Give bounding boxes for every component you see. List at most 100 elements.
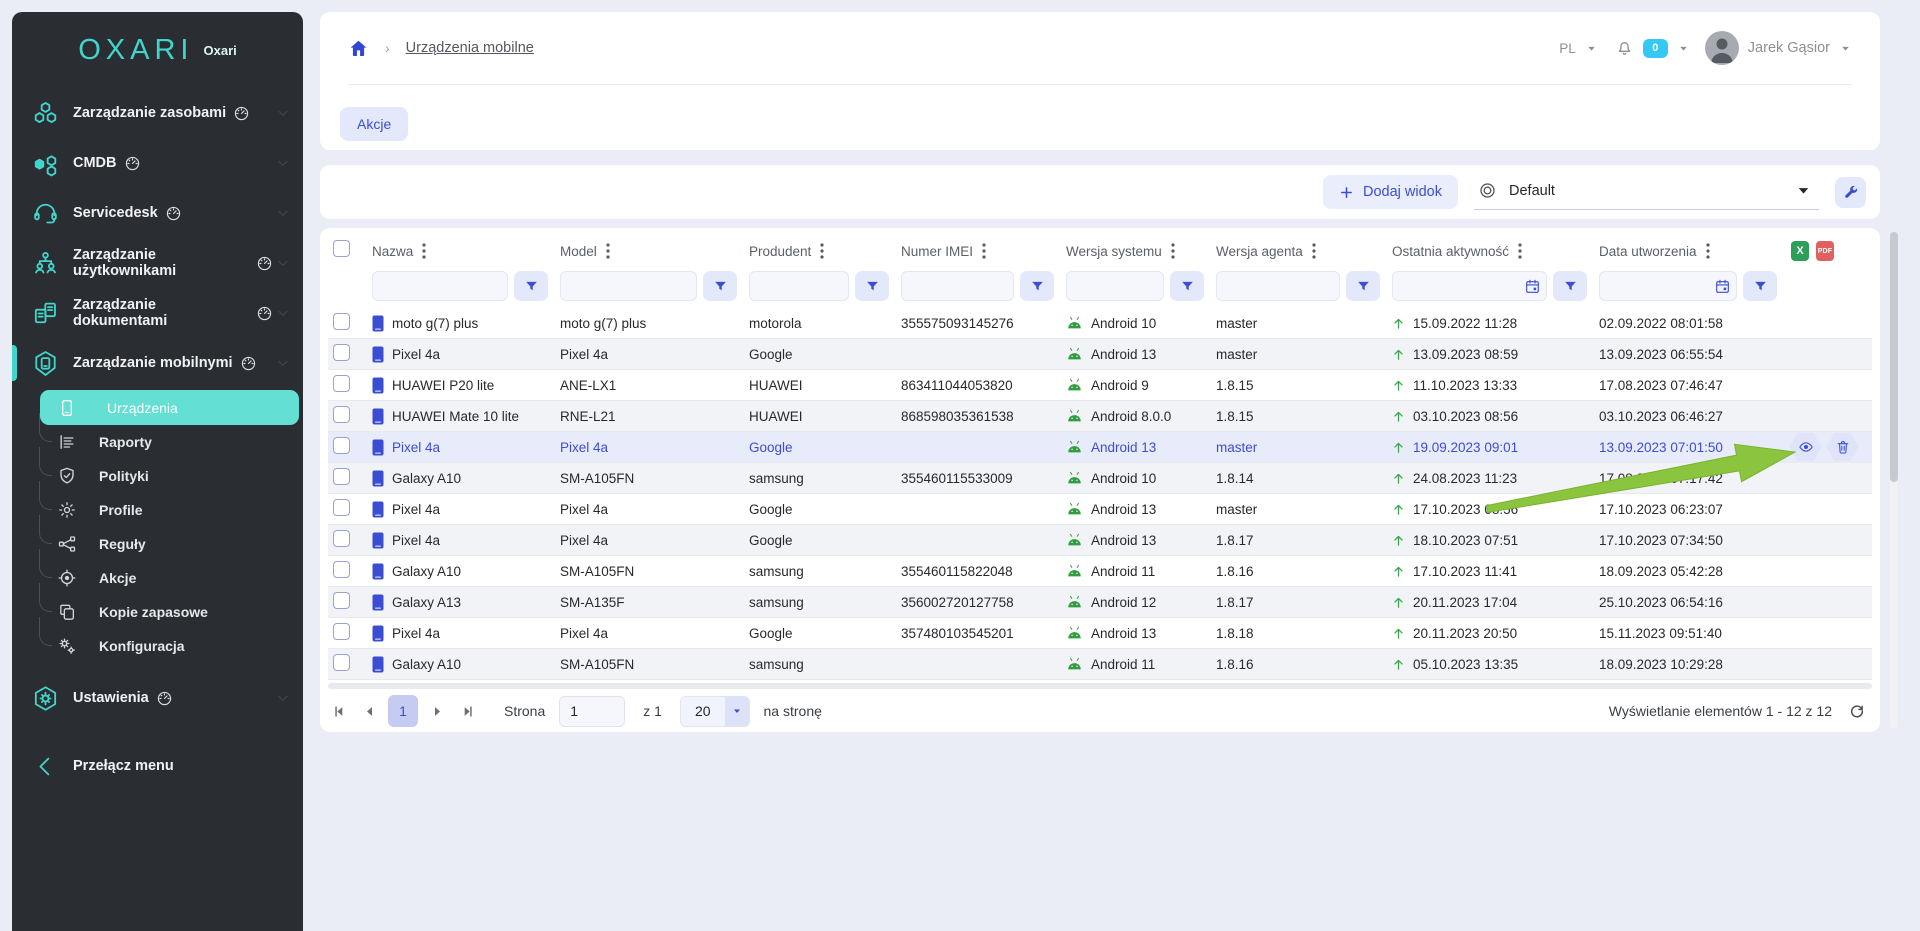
refresh-icon[interactable] bbox=[1848, 702, 1866, 720]
add-view-button[interactable]: Dodaj widok bbox=[1323, 175, 1458, 209]
row-checkbox[interactable] bbox=[333, 592, 350, 609]
notification-count-badge[interactable]: 0 bbox=[1643, 39, 1668, 58]
row-checkbox[interactable] bbox=[333, 561, 350, 578]
table-settings-wrench-button[interactable] bbox=[1835, 177, 1866, 208]
calendar-icon[interactable] bbox=[1714, 278, 1731, 295]
brand-logo[interactable]: OXARI Oxari bbox=[12, 12, 303, 88]
table-row[interactable]: Galaxy A10SM-A105FNsamsung35546011553300… bbox=[328, 463, 1872, 494]
language-select[interactable]: PL bbox=[1559, 41, 1576, 56]
last-page-button[interactable] bbox=[452, 696, 482, 726]
table-row[interactable]: Pixel 4aPixel 4aGoogleAndroid 13master19… bbox=[328, 432, 1872, 463]
view-select[interactable]: Default bbox=[1474, 174, 1819, 210]
chevron-down-icon[interactable] bbox=[275, 155, 291, 171]
row-delete-trash-button[interactable] bbox=[1826, 432, 1859, 462]
chevron-down-icon[interactable] bbox=[275, 690, 291, 706]
column-header-produdent[interactable]: Produdent bbox=[749, 243, 901, 259]
table-row[interactable]: moto g(7) plusmoto g(7) plusmotorola3555… bbox=[328, 308, 1872, 339]
row-checkbox[interactable] bbox=[333, 530, 350, 547]
sidebar-subitem-kopie-zapasowe[interactable]: Kopie zapasowe bbox=[12, 595, 303, 629]
row-checkbox[interactable] bbox=[333, 623, 350, 640]
row-checkbox[interactable] bbox=[333, 406, 350, 423]
row-view-eye-button[interactable] bbox=[1789, 432, 1822, 462]
column-header-data-utworzenia[interactable]: Data utworzenia bbox=[1599, 243, 1789, 259]
row-checkbox[interactable] bbox=[333, 375, 350, 392]
filter-input[interactable] bbox=[1216, 271, 1340, 301]
chevron-down-icon[interactable] bbox=[275, 305, 291, 321]
sidebar-item-zarz-dzanie-u-ytkownikami[interactable]: Zarządzanie użytkownikami bbox=[12, 238, 303, 288]
filter-funnel-button[interactable] bbox=[514, 271, 548, 301]
column-header-ostatnia-aktywno-[interactable]: Ostatnia aktywność bbox=[1392, 243, 1599, 259]
next-page-button[interactable] bbox=[422, 696, 452, 726]
user-caret-icon[interactable] bbox=[1839, 42, 1852, 55]
row-checkbox[interactable] bbox=[333, 313, 350, 330]
column-menu-icon[interactable] bbox=[1171, 243, 1175, 259]
table-row[interactable]: Pixel 4aPixel 4aGoogleAndroid 131.8.1718… bbox=[328, 525, 1872, 556]
column-header-wersja-agenta[interactable]: Wersja agenta bbox=[1216, 243, 1392, 259]
table-row[interactable]: Pixel 4aPixel 4aGoogle357480103545201And… bbox=[328, 618, 1872, 649]
current-page-button[interactable]: 1 bbox=[388, 695, 418, 727]
column-menu-icon[interactable] bbox=[982, 243, 986, 259]
calendar-icon[interactable] bbox=[1524, 278, 1541, 295]
filter-funnel-button[interactable] bbox=[1346, 271, 1380, 301]
chevron-down-icon[interactable] bbox=[275, 205, 291, 221]
avatar[interactable] bbox=[1705, 31, 1739, 65]
filter-funnel-button[interactable] bbox=[1020, 271, 1054, 301]
export-pdf-icon[interactable]: PDF bbox=[1816, 241, 1834, 261]
column-menu-icon[interactable] bbox=[1518, 243, 1522, 259]
filter-funnel-button[interactable] bbox=[1553, 271, 1587, 301]
table-row[interactable]: HUAWEI P20 liteANE-LX1HUAWEI863411044053… bbox=[328, 370, 1872, 401]
table-row[interactable]: Pixel 4aPixel 4aGoogleAndroid 13master17… bbox=[328, 494, 1872, 525]
sidebar-subitem-regu-y[interactable]: Reguły bbox=[12, 527, 303, 561]
filter-funnel-button[interactable] bbox=[1743, 271, 1777, 301]
first-page-button[interactable] bbox=[324, 696, 354, 726]
table-row[interactable]: Pixel 4aPixel 4aGoogleAndroid 13master13… bbox=[328, 339, 1872, 370]
row-checkbox[interactable] bbox=[333, 499, 350, 516]
export-excel-icon[interactable]: X bbox=[1791, 241, 1809, 261]
filter-input[interactable] bbox=[1066, 271, 1164, 301]
collapse-menu-button[interactable]: Przełącz menu bbox=[12, 741, 303, 791]
vertical-scrollbar[interactable] bbox=[1890, 232, 1898, 728]
column-menu-icon[interactable] bbox=[820, 243, 824, 259]
sidebar-item-servicedesk[interactable]: Servicedesk bbox=[12, 188, 303, 238]
akcje-button[interactable]: Akcje bbox=[340, 107, 408, 141]
per-page-select[interactable]: 20 bbox=[680, 696, 750, 727]
sidebar-item-zarz-dzanie-zasobami[interactable]: Zarządzanie zasobami bbox=[12, 88, 303, 138]
row-checkbox[interactable] bbox=[333, 344, 350, 361]
notifications-caret-icon[interactable] bbox=[1677, 42, 1690, 55]
prev-page-button[interactable] bbox=[354, 696, 384, 726]
table-row[interactable]: Galaxy A10SM-A105FNsamsung35546011582204… bbox=[328, 556, 1872, 587]
column-header-nazwa[interactable]: Nazwa bbox=[372, 243, 560, 259]
filter-input[interactable] bbox=[560, 271, 697, 301]
home-icon[interactable] bbox=[348, 38, 369, 59]
sidebar-subitem-konfiguracja[interactable]: Konfiguracja bbox=[12, 629, 303, 663]
page-number-input[interactable] bbox=[559, 696, 625, 727]
chevron-down-icon[interactable] bbox=[275, 255, 291, 271]
chevron-down-icon[interactable] bbox=[275, 105, 291, 121]
column-header-model[interactable]: Model bbox=[560, 243, 749, 259]
sidebar-item-ustawienia[interactable]: Ustawienia bbox=[12, 673, 303, 723]
filter-input[interactable] bbox=[901, 271, 1014, 301]
filter-funnel-button[interactable] bbox=[703, 271, 737, 301]
row-checkbox[interactable] bbox=[333, 468, 350, 485]
table-row[interactable]: Galaxy A13SM-A135Fsamsung356002720127758… bbox=[328, 587, 1872, 618]
table-row[interactable]: Galaxy A10SM-A105FNsamsungAndroid 111.8.… bbox=[328, 649, 1872, 680]
sidebar-subitem-polityki[interactable]: Polityki bbox=[12, 459, 303, 493]
column-menu-icon[interactable] bbox=[606, 243, 610, 259]
sidebar-item-zarz-dzanie-mobilnymi[interactable]: Zarządzanie mobilnymi bbox=[12, 338, 303, 388]
filter-input[interactable] bbox=[372, 271, 508, 301]
filter-input[interactable] bbox=[749, 271, 849, 301]
column-menu-icon[interactable] bbox=[1312, 243, 1316, 259]
language-caret-icon[interactable] bbox=[1585, 42, 1598, 55]
chevron-down-icon[interactable] bbox=[275, 355, 291, 371]
user-menu[interactable]: Jarek Gąsior bbox=[1748, 40, 1830, 56]
row-checkbox[interactable] bbox=[333, 654, 350, 671]
notifications-bell-icon[interactable] bbox=[1615, 39, 1634, 58]
sidebar-item-zarz-dzanie-dokumentami[interactable]: Zarządzanie dokumentami bbox=[12, 288, 303, 338]
sidebar-subitem-akcje[interactable]: Akcje bbox=[12, 561, 303, 595]
breadcrumb-current[interactable]: Urządzenia mobilne bbox=[406, 40, 534, 56]
column-menu-icon[interactable] bbox=[1706, 243, 1710, 259]
sidebar-subitem-profile[interactable]: Profile bbox=[12, 493, 303, 527]
select-all-checkbox[interactable] bbox=[333, 240, 350, 257]
sidebar-subitem-urz-dzenia[interactable]: Urządzenia bbox=[40, 390, 299, 425]
sidebar-item-cmdb[interactable]: CMDB bbox=[12, 138, 303, 188]
